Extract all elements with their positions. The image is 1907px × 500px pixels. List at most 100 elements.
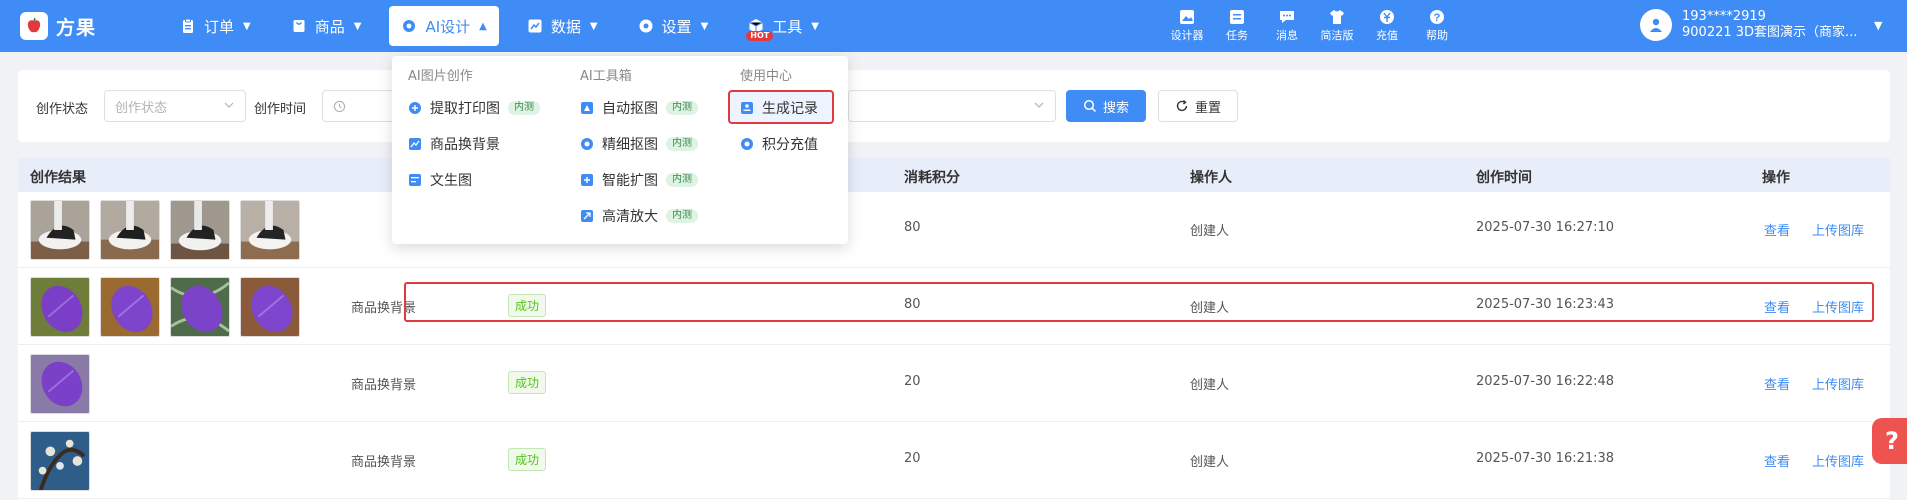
records-icon	[741, 102, 753, 114]
refresh-icon	[1176, 99, 1188, 112]
status-select[interactable]: 创作状态	[104, 90, 246, 122]
clipboard-icon	[183, 18, 193, 33]
chevron-down-icon: ▼	[811, 20, 819, 32]
user-account: 900221 3D套图演示（商家...	[1682, 25, 1858, 40]
floating-help-button[interactable]: ?	[1872, 418, 1907, 464]
toolbar-designer-label: 设计器	[1170, 29, 1204, 42]
menu-item-label: 精细抠图	[602, 137, 658, 153]
type-value: 商品换背景	[351, 378, 417, 393]
menu-item-extract-print[interactable]: 提取打印图 内测	[408, 98, 540, 118]
avatar	[1640, 9, 1672, 41]
menu-item-label: 智能扩图	[602, 173, 658, 189]
result-thumbnail[interactable]	[100, 200, 160, 260]
menu-item-points-recharge[interactable]: 积分充值	[740, 134, 818, 154]
reset-button[interactable]: 重置	[1158, 90, 1238, 122]
user-icon	[1650, 18, 1662, 32]
cutout-icon	[581, 102, 593, 114]
nav-ai-design[interactable]: AI设计 ▲	[389, 6, 499, 46]
filter-panel: 创作状态 创作状态 创作时间 搜索 重置	[18, 70, 1890, 142]
result-thumbnail[interactable]	[240, 200, 300, 260]
result-thumbnail[interactable]	[30, 277, 90, 337]
menu-item-label: 积分充值	[762, 137, 818, 153]
status-select-placeholder: 创作状态	[115, 100, 168, 116]
settings-icon	[639, 19, 653, 33]
menu-item-label: 生成记录	[762, 101, 818, 117]
operator-value: 创建人	[1190, 224, 1230, 239]
table-row: 商品换背景 成功 20 创建人 2025-07-30 16:21:38 查看 上…	[18, 423, 1890, 499]
gear-icon	[403, 20, 416, 32]
nav-products[interactable]: 商品 ▼	[279, 6, 374, 46]
header-operator: 操作人	[1190, 170, 1232, 186]
menu-item-replace-background[interactable]: 商品换背景	[408, 134, 500, 154]
result-thumbnail[interactable]	[170, 277, 230, 337]
result-thumbnail[interactable]	[30, 354, 90, 414]
view-link[interactable]: 查看	[1764, 374, 1790, 393]
result-thumbnails	[30, 431, 90, 491]
menu-item-generation-records[interactable]: 生成记录	[740, 98, 818, 118]
header-result: 创作结果	[30, 170, 86, 186]
bag-icon	[293, 20, 305, 32]
search-button[interactable]: 搜索	[1066, 90, 1146, 122]
menu-item-label: 高清放大	[602, 209, 658, 225]
nav-data-label: 数据	[550, 17, 581, 36]
result-thumbnail[interactable]	[30, 200, 90, 260]
toolbar: 设计器 任务 消息 简洁版 充值 ? 帮助	[1169, 8, 1455, 43]
menu-item-text-to-image[interactable]: 文生图	[408, 170, 472, 190]
clock-icon	[333, 100, 346, 112]
toolbar-tasks[interactable]: 任务	[1219, 8, 1255, 43]
search-button-label: 搜索	[1102, 100, 1129, 116]
toolbar-recharge[interactable]: 充值	[1369, 8, 1405, 43]
nav-tools[interactable]: HOT 工具 ▼	[736, 6, 831, 46]
shirt-icon	[1330, 10, 1344, 24]
header-points: 消耗积分	[904, 170, 960, 186]
chevron-down-icon: ▼	[1874, 18, 1883, 32]
chevron-down-icon: ▼	[589, 20, 598, 32]
question-icon: ?	[1885, 427, 1899, 455]
image-icon	[1180, 10, 1194, 24]
result-thumbnails	[30, 200, 300, 260]
points-icon	[741, 138, 753, 150]
chevron-down-icon: ▼	[700, 20, 709, 32]
app-logo[interactable]: 方果	[20, 10, 96, 42]
upload-gallery-link[interactable]: 上传图库	[1812, 451, 1864, 470]
upload-gallery-link[interactable]: 上传图库	[1812, 220, 1864, 239]
chevron-down-icon: ▼	[243, 20, 251, 32]
user-phone: 193****2919	[1682, 9, 1766, 24]
dropdown-section-ai-toolbox: AI工具箱	[580, 69, 632, 84]
menu-item-hd-upscale[interactable]: 高清放大 内测	[580, 206, 698, 226]
toolbar-messages[interactable]: 消息	[1269, 8, 1305, 43]
beta-tag: 内测	[666, 101, 698, 115]
view-link[interactable]: 查看	[1764, 220, 1790, 239]
result-thumbnail[interactable]	[30, 431, 90, 491]
type-select[interactable]	[848, 90, 1056, 122]
nav-orders-label: 订单	[204, 17, 235, 36]
time-value: 2025-07-30 16:22:48	[1476, 374, 1615, 389]
toolbar-designer[interactable]: 设计器	[1169, 8, 1205, 43]
svg-text:?: ?	[1434, 12, 1441, 24]
beta-tag: 内测	[666, 173, 698, 187]
upload-gallery-link[interactable]: 上传图库	[1812, 374, 1864, 393]
task-icon	[1230, 10, 1244, 24]
result-thumbnail[interactable]	[240, 277, 300, 337]
background-icon	[409, 138, 421, 150]
time-value: 2025-07-30 16:21:38	[1476, 451, 1615, 466]
menu-item-auto-cutout[interactable]: 自动抠图 内测	[580, 98, 698, 118]
nav-data[interactable]: 数据 ▼	[515, 6, 610, 46]
menu-item-fine-cutout[interactable]: 精细抠图 内测	[580, 134, 698, 154]
result-thumbnail[interactable]	[170, 200, 230, 260]
app-name: 方果	[56, 16, 97, 39]
menu-item-label: 提取打印图	[430, 101, 500, 117]
status-badge: 成功	[508, 371, 547, 394]
toolbar-simple[interactable]: 简洁版	[1319, 8, 1355, 43]
toolbar-help[interactable]: ? 帮助	[1419, 8, 1455, 43]
result-thumbnails	[30, 354, 90, 414]
menu-item-smart-expand[interactable]: 智能扩图 内测	[580, 170, 698, 190]
result-thumbnail[interactable]	[100, 277, 160, 337]
nav-orders[interactable]: 订单 ▼	[168, 6, 263, 46]
ai-design-dropdown: AI图片创作 提取打印图 内测 商品换背景 文生图 AI工具箱 自动抠图 内测 …	[392, 56, 848, 244]
user-menu[interactable]: 193****2919 900221 3D套图演示（商家... ▼	[1640, 9, 1882, 41]
header-time: 创作时间	[1476, 170, 1532, 186]
view-link[interactable]: 查看	[1764, 451, 1790, 470]
nav-settings[interactable]: 设置 ▼	[626, 6, 721, 46]
reset-button-label: 重置	[1194, 100, 1221, 116]
